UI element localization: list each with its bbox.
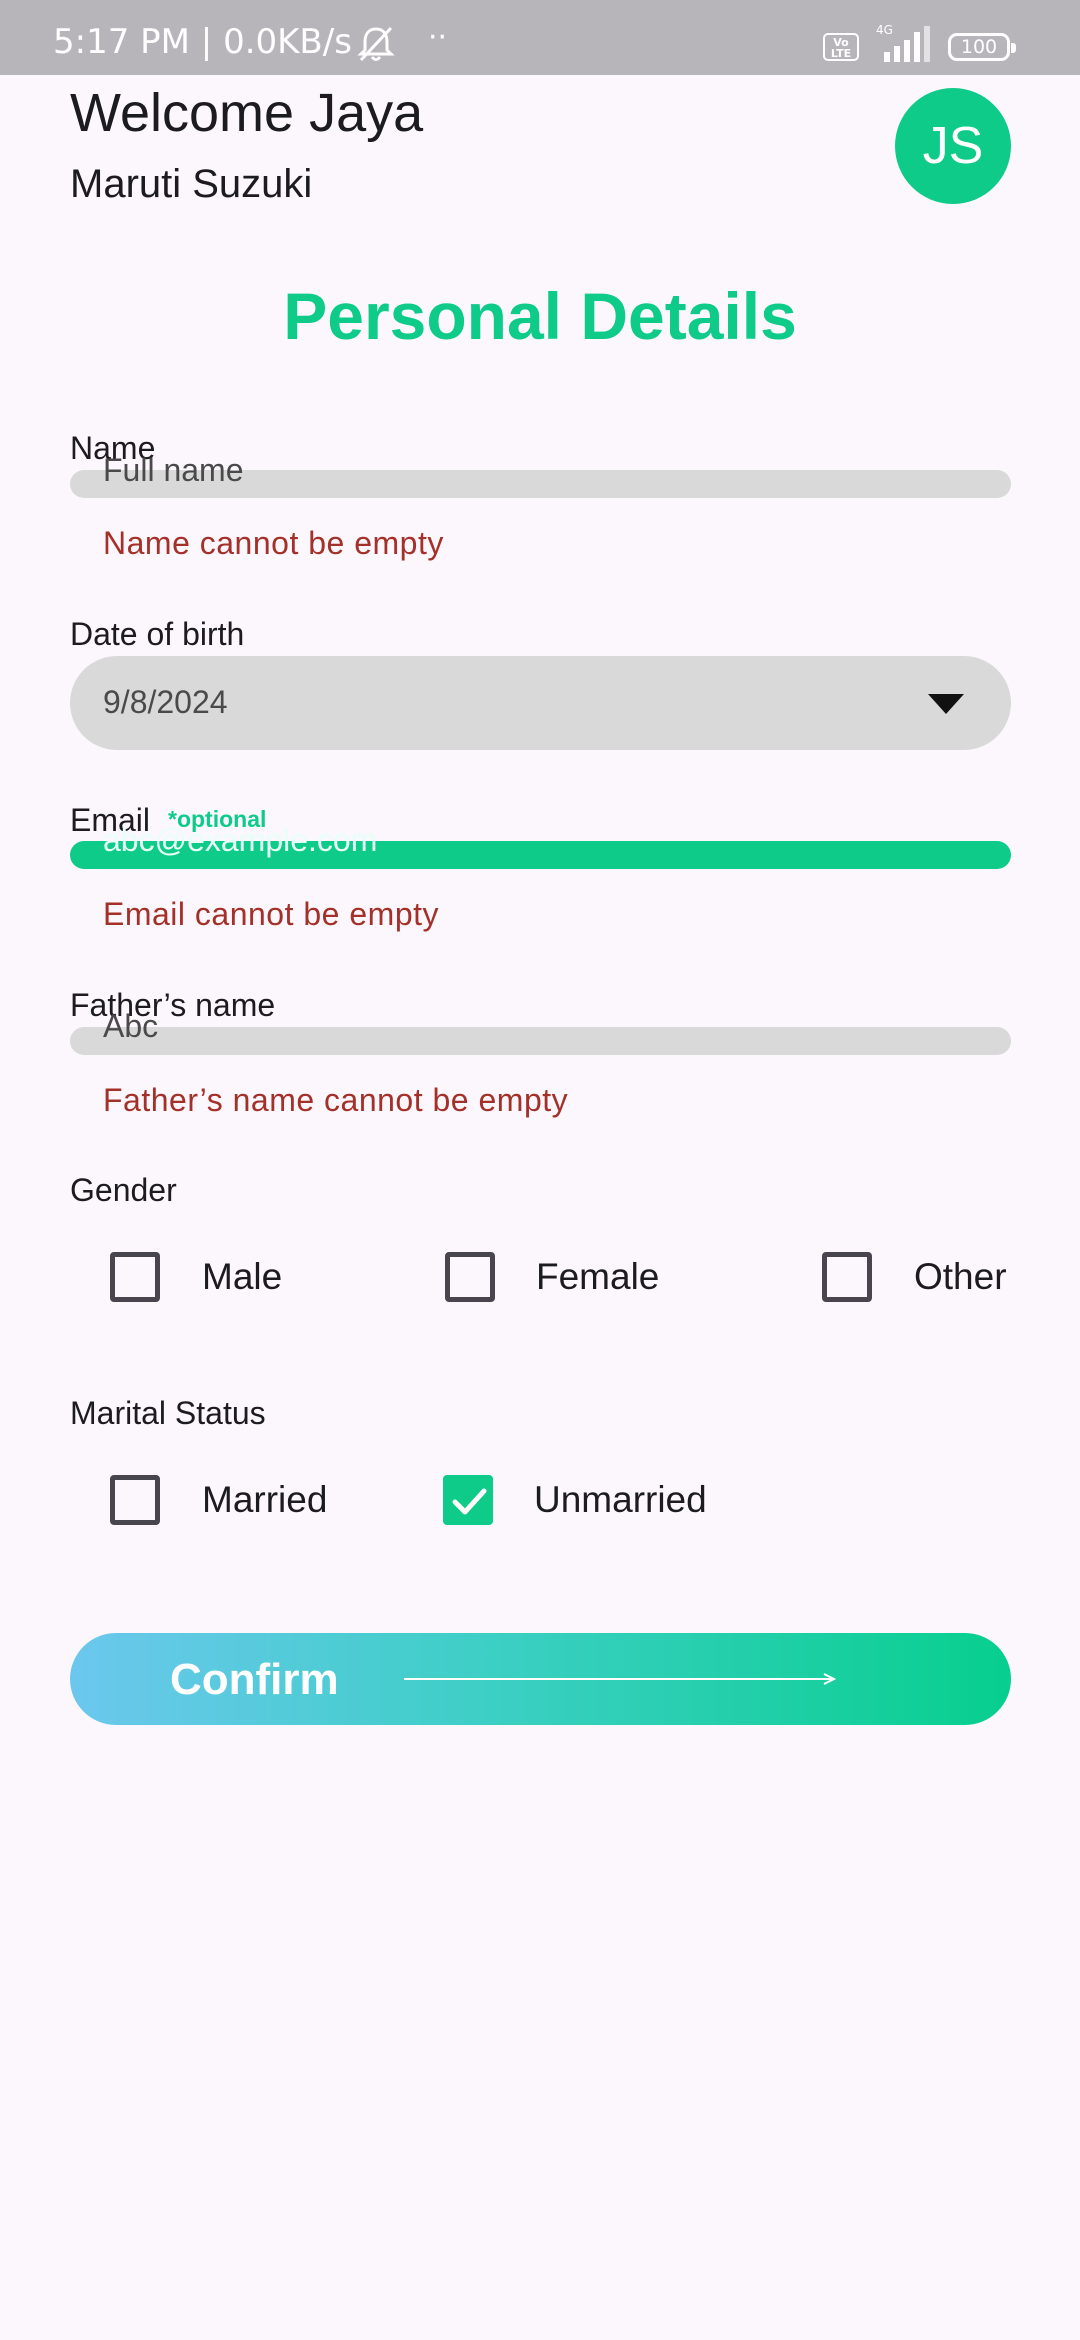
gender-other-checkbox[interactable] — [822, 1252, 872, 1302]
gender-female-label: Female — [536, 1256, 660, 1297]
unmarried-checkbox[interactable] — [443, 1475, 493, 1525]
notification-muted-icon — [357, 26, 395, 62]
married-checkbox[interactable] — [110, 1475, 160, 1525]
status-bar: 5:17 PM | 0.0KB/s ·· Vo LTE 4G 100 — [0, 0, 1080, 75]
father-name-input[interactable] — [70, 1027, 1011, 1055]
father-name-error: Father’s name cannot be empty — [103, 1082, 569, 1118]
more-notifications-icon: ·· — [428, 20, 448, 55]
signal-icon: 4G — [876, 23, 930, 62]
arrow-right-icon — [404, 1673, 836, 1685]
checkmark-icon — [452, 1488, 487, 1515]
gender-female-checkbox[interactable] — [445, 1252, 495, 1302]
welcome-heading: Welcome Jaya — [70, 83, 424, 143]
father-name-placeholder: Abc — [103, 1008, 159, 1044]
email-error: Email cannot be empty — [103, 896, 439, 932]
user-avatar[interactable]: JS — [895, 88, 1011, 204]
father-name-label: Father’s name — [70, 987, 276, 1023]
confirm-label: Confirm — [170, 1655, 339, 1704]
email-placeholder: abc@example.com — [103, 822, 378, 858]
network-type: 4G — [876, 23, 893, 37]
confirm-button[interactable]: Confirm — [70, 1633, 1011, 1725]
page-title: Personal Details — [283, 279, 797, 353]
gender-male-checkbox[interactable] — [110, 1252, 160, 1302]
gender-label: Gender — [70, 1172, 177, 1208]
gender-male-label: Male — [202, 1256, 283, 1297]
volte-icon: Vo LTE — [823, 33, 859, 61]
gender-other-label: Other — [914, 1256, 1007, 1297]
battery-icon: 100 — [948, 33, 1016, 61]
marital-status-label: Marital Status — [70, 1395, 266, 1431]
name-error: Name cannot be empty — [103, 525, 444, 561]
company-name: Maruti Suzuki — [70, 162, 313, 206]
dob-dropdown[interactable]: 9/8/2024 — [70, 656, 1011, 750]
status-time: 5:17 PM | 0.0KB/s — [53, 22, 352, 62]
dob-label: Date of birth — [70, 616, 245, 652]
unmarried-label: Unmarried — [534, 1479, 707, 1520]
name-placeholder: Full name — [103, 452, 244, 488]
dropdown-arrow-icon — [928, 694, 964, 714]
married-label: Married — [202, 1479, 328, 1520]
dob-value: 9/8/2024 — [103, 684, 228, 720]
